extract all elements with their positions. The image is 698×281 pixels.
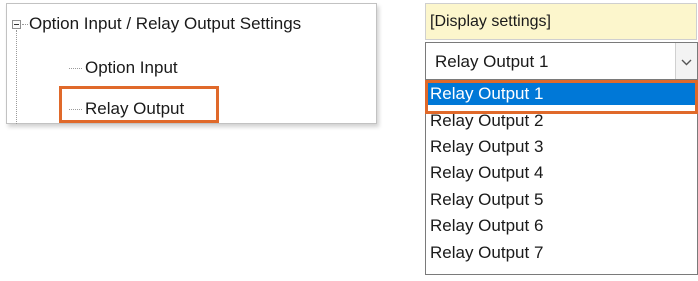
display-settings-header: [Display settings] <box>425 3 697 40</box>
relay-output-select-value: Relay Output 1 <box>435 52 549 71</box>
chevron-down-icon[interactable] <box>675 43 697 79</box>
tree-connector-line <box>69 68 82 69</box>
collapse-icon[interactable] <box>12 20 21 29</box>
option-highlight-outline <box>425 80 698 114</box>
tree-connector-line <box>22 24 28 25</box>
tree-item-option-input[interactable]: Option Input <box>85 58 178 78</box>
dropdown-option[interactable]: Relay Output 5 <box>426 189 697 211</box>
dropdown-option[interactable]: Relay Output 4 <box>426 162 697 184</box>
dropdown-option[interactable]: Relay Output 3 <box>426 136 697 158</box>
screenshot-stage: Option Input / Relay Output Settings Opt… <box>0 0 698 281</box>
tree-root-item[interactable]: Option Input / Relay Output Settings <box>29 14 301 34</box>
dropdown-option[interactable]: Relay Output 6 <box>426 215 697 237</box>
tree-connector-line <box>16 30 17 124</box>
dropdown-option[interactable]: Relay Output 7 <box>426 242 697 264</box>
relay-output-select[interactable]: Relay Output 1 <box>425 42 698 80</box>
tree-item-highlight-outline <box>59 86 219 123</box>
settings-tree: Option Input / Relay Output Settings Opt… <box>6 3 377 124</box>
